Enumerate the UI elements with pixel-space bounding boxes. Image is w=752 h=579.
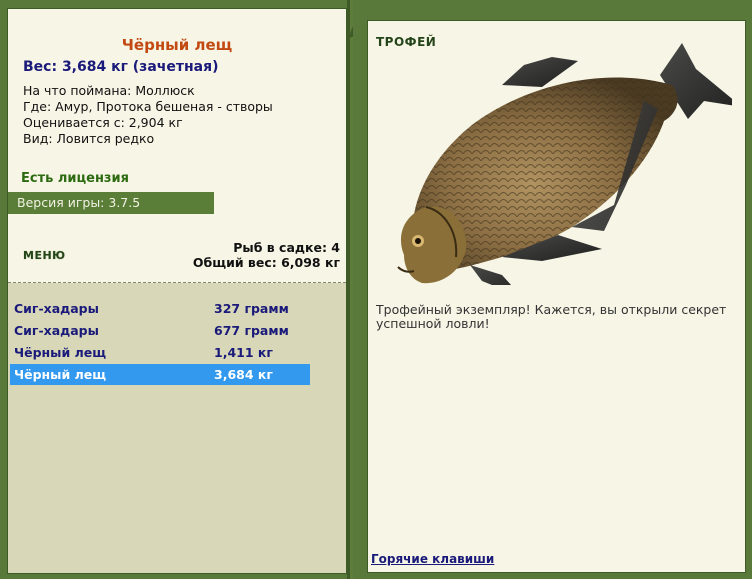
catch-list: Сиг-хадары 327 грамм Сиг-хадары 677 грам…	[8, 283, 346, 573]
catch-row-selected[interactable]: Чёрный лещ 3,684 кг	[10, 364, 310, 385]
game-version: Версия игры: 3.7.5	[8, 192, 214, 214]
fish-title: Чёрный лещ	[121, 36, 233, 54]
location-info: Где: Амур, Протока бешеная - створы	[23, 99, 273, 114]
bream-fish-image	[397, 43, 732, 285]
catch-name: Чёрный лещ	[14, 345, 107, 360]
bait-info: На что поймана: Моллюск	[23, 83, 195, 98]
trophy-description: Трофейный экземпляр! Кажется, вы открыли…	[376, 302, 727, 331]
hotkeys-link[interactable]: Горячие клавиши	[371, 552, 494, 566]
cage-count: Рыб в садке: 4	[233, 240, 340, 255]
catch-name: Сиг-хадары	[14, 301, 99, 316]
catch-weight: 677 грамм	[214, 323, 289, 338]
catch-row[interactable]: Сиг-хадары 327 грамм	[10, 298, 310, 319]
left-panel-frame: Чёрный лещ Вес: 3,684 кг (зачетная) На ч…	[0, 0, 350, 579]
catch-row[interactable]: Чёрный лещ 1,411 кг	[10, 342, 310, 363]
catch-name: Чёрный лещ	[14, 367, 107, 382]
fish-info-panel: Чёрный лещ Вес: 3,684 кг (зачетная) На ч…	[7, 8, 347, 574]
cage-stats: Рыб в садке: 4 Общий вес: 6,098 кг	[193, 240, 340, 270]
trophy-panel: ТРОФЕЙ Трофейный экземпляр! Кажется, вы …	[367, 20, 746, 573]
catch-name: Сиг-хадары	[14, 323, 99, 338]
menu-button[interactable]: МЕНЮ	[23, 249, 66, 262]
cage-total-weight: Общий вес: 6,098 кг	[192, 255, 340, 270]
license-status: Есть лицензия	[21, 171, 129, 186]
catch-weight: 1,411 кг	[214, 345, 273, 360]
rarity-info: Вид: Ловится редко	[23, 131, 155, 146]
right-panel-frame: ТРОФЕЙ Трофейный экземпляр! Кажется, вы …	[353, 0, 752, 579]
catch-weight: 3,684 кг	[214, 367, 273, 382]
valuation-info: Оценивается с: 2,904 кг	[23, 115, 183, 130]
catch-weight: 327 грамм	[214, 301, 289, 316]
fish-weight: Вес: 3,684 кг (зачетная)	[23, 59, 219, 75]
catch-row[interactable]: Сиг-хадары 677 грамм	[10, 320, 310, 341]
